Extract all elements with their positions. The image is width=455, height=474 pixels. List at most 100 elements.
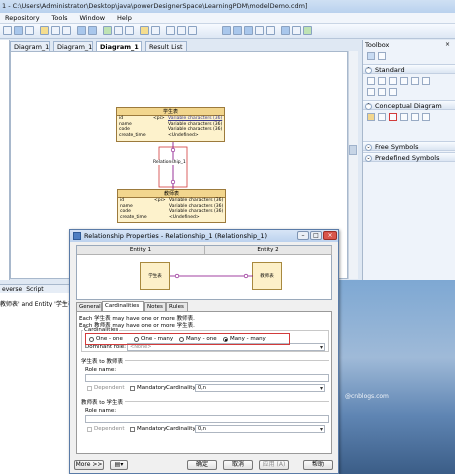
tab-notes[interactable]: Notes (144, 302, 166, 311)
list-view-icon[interactable] (367, 52, 375, 60)
inheritance-tool-icon[interactable] (400, 113, 408, 121)
entity-student[interactable]: 学生表 id <pi> Variable characters (36) name V… (116, 107, 225, 142)
mandatory-label: Mandatory (137, 385, 167, 391)
association-link-icon[interactable] (422, 113, 430, 121)
preview-entity2: 教师表 (252, 262, 282, 290)
align-bottom-icon[interactable] (266, 26, 275, 35)
toolbox-close-icon[interactable]: × (445, 41, 450, 48)
generate-icon[interactable] (140, 26, 149, 35)
fit-page-icon[interactable] (188, 26, 197, 35)
tab-result-list[interactable]: Result List (145, 41, 187, 51)
cardinality-label: Cardinality: (166, 385, 198, 391)
cardinality-value: 0,n (198, 385, 206, 391)
layout-icon[interactable] (281, 26, 290, 35)
save-icon[interactable] (14, 26, 23, 35)
compare-icon[interactable] (151, 26, 160, 35)
close-icon[interactable]: × (323, 231, 337, 240)
paste-icon[interactable] (62, 26, 71, 35)
domain-tool-icon[interactable] (378, 113, 386, 121)
maximize-icon[interactable]: □ (310, 231, 322, 240)
toolbox-section-standard[interactable]: ⌃ Standard (363, 64, 455, 74)
role2-heading: 教师表 to 学生表 (81, 400, 124, 406)
copy-icon[interactable] (51, 26, 60, 35)
role1-mandatory-checkbox[interactable] (130, 386, 135, 391)
browser-panel[interactable] (0, 40, 10, 280)
toolbox-section-predefined[interactable]: ⌄ Predefined Symbols (363, 152, 455, 162)
align-center-icon[interactable] (233, 26, 242, 35)
tab-everse[interactable]: everse (0, 286, 24, 293)
preview-entity1: 学生表 (140, 262, 170, 290)
role2-dependent-checkbox[interactable] (87, 427, 92, 432)
find-icon[interactable] (114, 26, 123, 35)
grid-icon[interactable] (292, 26, 301, 35)
role-name-label: Role name: (85, 367, 117, 373)
open-diagram-icon[interactable] (411, 77, 419, 85)
relationship-line[interactable] (150, 142, 200, 190)
role2-name-input[interactable] (85, 415, 329, 423)
tab-script[interactable]: Script (24, 286, 45, 293)
collapse-icon: ⌃ (365, 66, 372, 74)
resize-icon[interactable] (389, 88, 397, 96)
cancel-button[interactable]: 取消 (223, 460, 253, 470)
menu-icon: ▤▾ (114, 461, 124, 468)
delete-icon[interactable] (367, 88, 375, 96)
undo-icon[interactable] (77, 26, 86, 35)
zoom-out-tool-icon[interactable] (400, 77, 408, 85)
section-label: Free Symbols (375, 143, 419, 151)
entity-teacher[interactable]: 教师表 id <pi> Variable characters (36) name V… (117, 189, 226, 223)
tab-label: Diagram_1 (57, 43, 93, 51)
help-button[interactable]: 帮助 (303, 460, 333, 470)
align-top-icon[interactable] (255, 26, 264, 35)
tab-label: Rules (169, 304, 184, 310)
role2-cardinality-select[interactable]: 0,n (195, 425, 325, 433)
tab-cardinalities[interactable]: Cardinalities (102, 301, 144, 311)
cut-icon[interactable] (40, 26, 49, 35)
print-icon[interactable] (25, 26, 34, 35)
grabber-icon[interactable] (378, 77, 386, 85)
pointer-icon[interactable] (367, 77, 375, 85)
toolbox-section-conceptual[interactable]: ⌃ Conceptual Diagram (363, 100, 455, 110)
redo-icon[interactable] (88, 26, 97, 35)
menu-window[interactable]: Window (74, 13, 110, 24)
ok-button[interactable]: 确定 (187, 460, 217, 470)
color-icon[interactable] (303, 26, 312, 35)
role-name-label: Role name: (85, 408, 117, 414)
link-icon[interactable] (378, 88, 386, 96)
association-tool-icon[interactable] (411, 113, 419, 121)
properties-tool-icon[interactable] (422, 77, 430, 85)
zoom-in-tool-icon[interactable] (389, 77, 397, 85)
role1-name-input[interactable] (85, 374, 329, 382)
relationship-tool-icon[interactable] (389, 113, 397, 121)
tab-general[interactable]: General (76, 302, 102, 311)
entity-tool-icon[interactable] (367, 113, 375, 121)
section-label: Predefined Symbols (375, 154, 440, 162)
check-model-icon[interactable] (103, 26, 112, 35)
role1-cardinality-select[interactable]: 0,n (195, 384, 325, 392)
apply-button[interactable]: 应用 (A) (259, 460, 289, 470)
tab-diagram-1-active[interactable]: Diagram_1 (96, 41, 142, 51)
open-icon[interactable] (3, 26, 12, 35)
align-right-icon[interactable] (244, 26, 253, 35)
icon-view-icon[interactable] (378, 52, 386, 60)
toolbox-section-free-symbols[interactable]: ⌄ Free Symbols (363, 141, 455, 151)
menu-help[interactable]: Help (112, 13, 137, 24)
collapse-icon: ⌃ (365, 102, 372, 110)
options-dropdown-button[interactable]: ▤▾ (110, 460, 128, 470)
tab-diagram-1a[interactable]: Diagram_1 (10, 41, 50, 51)
properties-icon[interactable] (125, 26, 134, 35)
menu-tools[interactable]: Tools (47, 13, 73, 24)
minimize-icon[interactable]: – (297, 231, 309, 240)
zoom-in-icon[interactable] (166, 26, 175, 35)
menu-repository[interactable]: Repository (0, 13, 45, 24)
attr-name: create_time (120, 214, 147, 220)
tab-rules[interactable]: Rules (166, 302, 188, 311)
scrollbar-thumb[interactable] (349, 145, 357, 155)
tab-diagram-1b[interactable]: Diagram_1 (53, 41, 93, 51)
more-button[interactable]: More >> (74, 460, 104, 470)
attr-name: create_time (119, 132, 146, 138)
role1-dependent-checkbox[interactable] (87, 386, 92, 391)
role2-mandatory-checkbox[interactable] (130, 427, 135, 432)
zoom-out-icon[interactable] (177, 26, 186, 35)
align-left-icon[interactable] (222, 26, 231, 35)
vertical-scrollbar[interactable] (348, 51, 358, 279)
